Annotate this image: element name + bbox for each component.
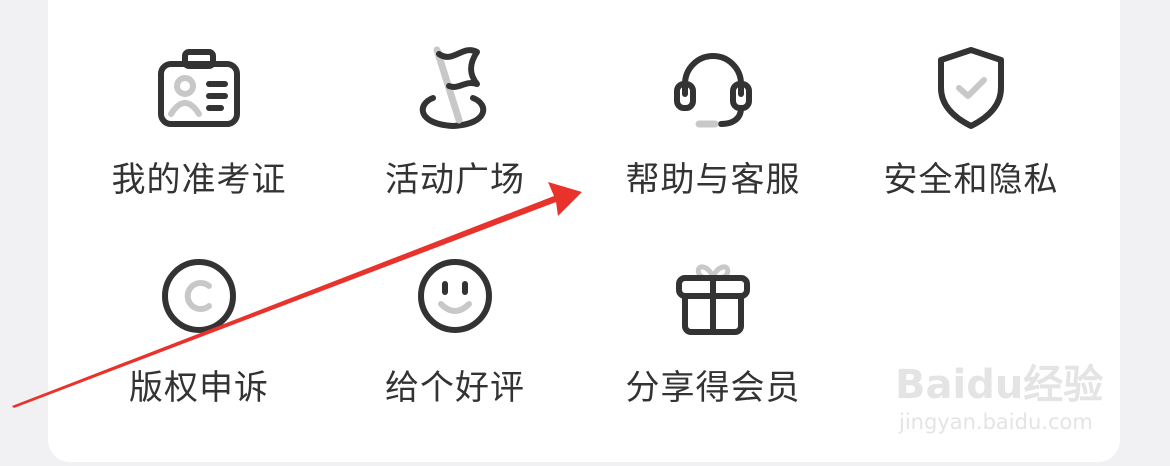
copyright-icon (151, 248, 247, 344)
headset-icon (665, 40, 761, 136)
grid-item-label: 分享得会员 (625, 368, 801, 408)
shield-check-icon (923, 40, 1019, 136)
grid-item-share-membership[interactable]: 分享得会员 (585, 218, 841, 408)
grid-item-label: 安全和隐私 (883, 160, 1059, 200)
gift-icon (665, 248, 761, 344)
grid-item-copyright-appeal[interactable]: 版权申诉 (71, 218, 327, 408)
smiley-icon (407, 248, 503, 344)
grid-item-give-rating[interactable]: 给个好评 (327, 218, 583, 408)
grid-item-label: 我的准考证 (111, 160, 287, 200)
grid-item-activity-square[interactable]: 活动广场 (327, 10, 583, 200)
feature-grid: 我的准考证 活动广场 帮助与客服 安全和隐私 版权申诉 给个好评 分享得会员 (0, 0, 1170, 466)
id-badge-icon (151, 40, 247, 136)
grid-item-label: 活动广场 (385, 160, 525, 200)
grid-item-label: 给个好评 (385, 368, 525, 408)
grid-item-label: 帮助与客服 (625, 160, 801, 200)
grid-item-label: 版权申诉 (129, 368, 269, 408)
grid-item-security-privacy[interactable]: 安全和隐私 (843, 10, 1099, 200)
grid-item-help-support[interactable]: 帮助与客服 (585, 10, 841, 200)
flag-icon (407, 40, 503, 136)
grid-item-admission-ticket[interactable]: 我的准考证 (71, 10, 327, 200)
